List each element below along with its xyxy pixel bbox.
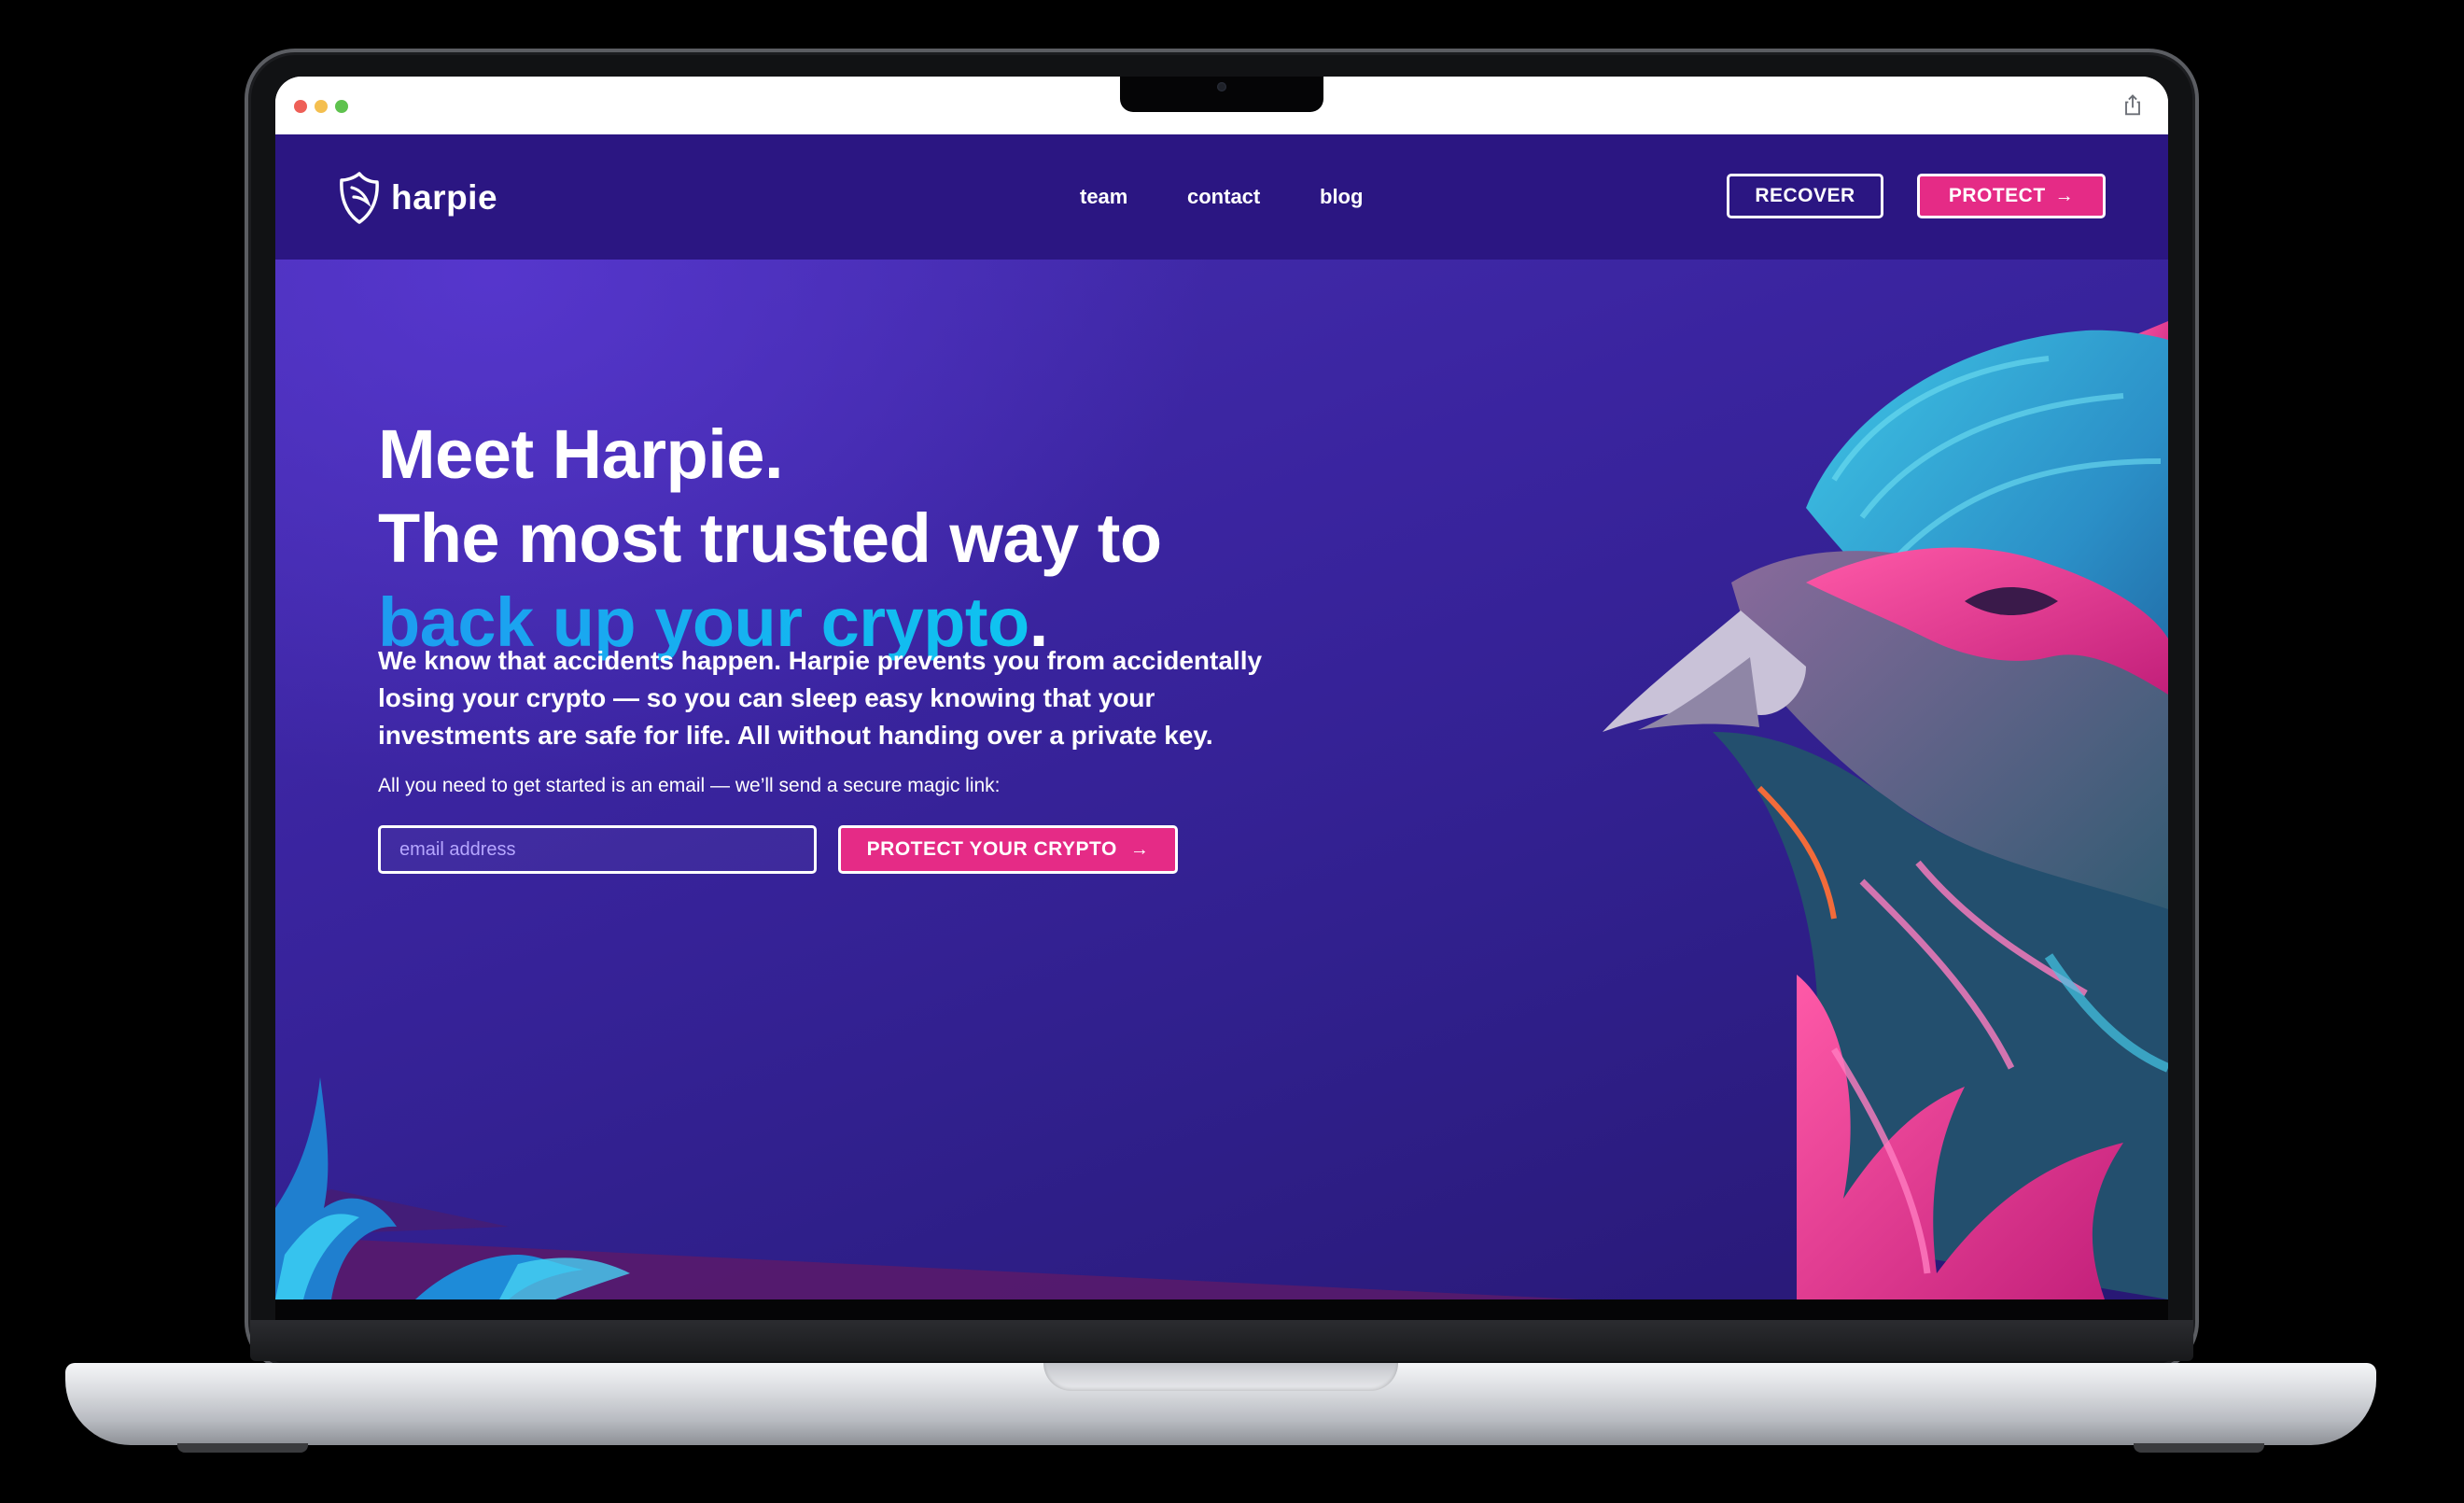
browser-toolbar bbox=[275, 77, 2168, 134]
protect-your-crypto-label: PROTECT YOUR CRYPTO bbox=[866, 838, 1117, 860]
protect-button[interactable]: PROTECT → bbox=[1917, 174, 2106, 218]
harpie-logo[interactable]: harpie bbox=[337, 170, 497, 226]
email-cta-label: All you need to get started is an email … bbox=[378, 775, 1001, 796]
arrow-right-icon: → bbox=[1129, 839, 1150, 860]
hero-description: We know that accidents happen. Harpie pr… bbox=[378, 642, 1349, 754]
protect-button-label: PROTECT bbox=[1948, 185, 2046, 206]
recover-button-label: RECOVER bbox=[1755, 185, 1855, 206]
hero-title-line-1: Meet Harpie. bbox=[378, 415, 784, 493]
hero-description-line-2: losing your crypto — so you can sleep ea… bbox=[378, 683, 1155, 712]
screen-bezel bbox=[275, 1299, 2168, 1320]
harpie-website: harpie team contact blog RECOVER PROTECT… bbox=[275, 134, 2168, 1299]
protect-your-crypto-button[interactable]: PROTECT YOUR CRYPTO → bbox=[838, 825, 1178, 874]
decorative-bottom-artwork bbox=[275, 1077, 1582, 1299]
camera-notch bbox=[1120, 77, 1323, 112]
email-input[interactable] bbox=[378, 825, 817, 874]
site-navbar: harpie team contact blog RECOVER PROTECT… bbox=[275, 134, 2168, 260]
laptop-opening-notch bbox=[1043, 1363, 1398, 1391]
logo-wordmark: harpie bbox=[391, 178, 498, 217]
hero-title-line-2: The most trusted way to bbox=[378, 499, 1162, 577]
hero-description-line-1: We know that accidents happen. Harpie pr… bbox=[378, 646, 1263, 675]
close-window-button[interactable] bbox=[294, 100, 307, 113]
laptop-screen: harpie team contact blog RECOVER PROTECT… bbox=[275, 77, 2168, 1299]
zoom-window-button[interactable] bbox=[335, 100, 348, 113]
recover-button[interactable]: RECOVER bbox=[1727, 174, 1883, 218]
minimize-window-button[interactable] bbox=[315, 100, 328, 113]
harpie-shield-logo-icon bbox=[340, 172, 379, 224]
laptop-foot bbox=[177, 1443, 308, 1453]
nav-link-blog[interactable]: blog bbox=[1320, 185, 1363, 209]
share-icon[interactable] bbox=[2120, 92, 2146, 119]
arrow-right-icon: → bbox=[2054, 186, 2075, 206]
laptop-hinge bbox=[250, 1320, 2193, 1361]
nav-link-team[interactable]: team bbox=[1080, 185, 1127, 209]
hero-title: Meet Harpie. The most trusted way to bac… bbox=[378, 413, 1162, 665]
hero-description-line-3: investments are safe for life. All witho… bbox=[378, 721, 1213, 750]
nav-link-contact[interactable]: contact bbox=[1187, 185, 1260, 209]
camera-icon bbox=[1217, 82, 1226, 91]
laptop-foot bbox=[2134, 1443, 2264, 1453]
